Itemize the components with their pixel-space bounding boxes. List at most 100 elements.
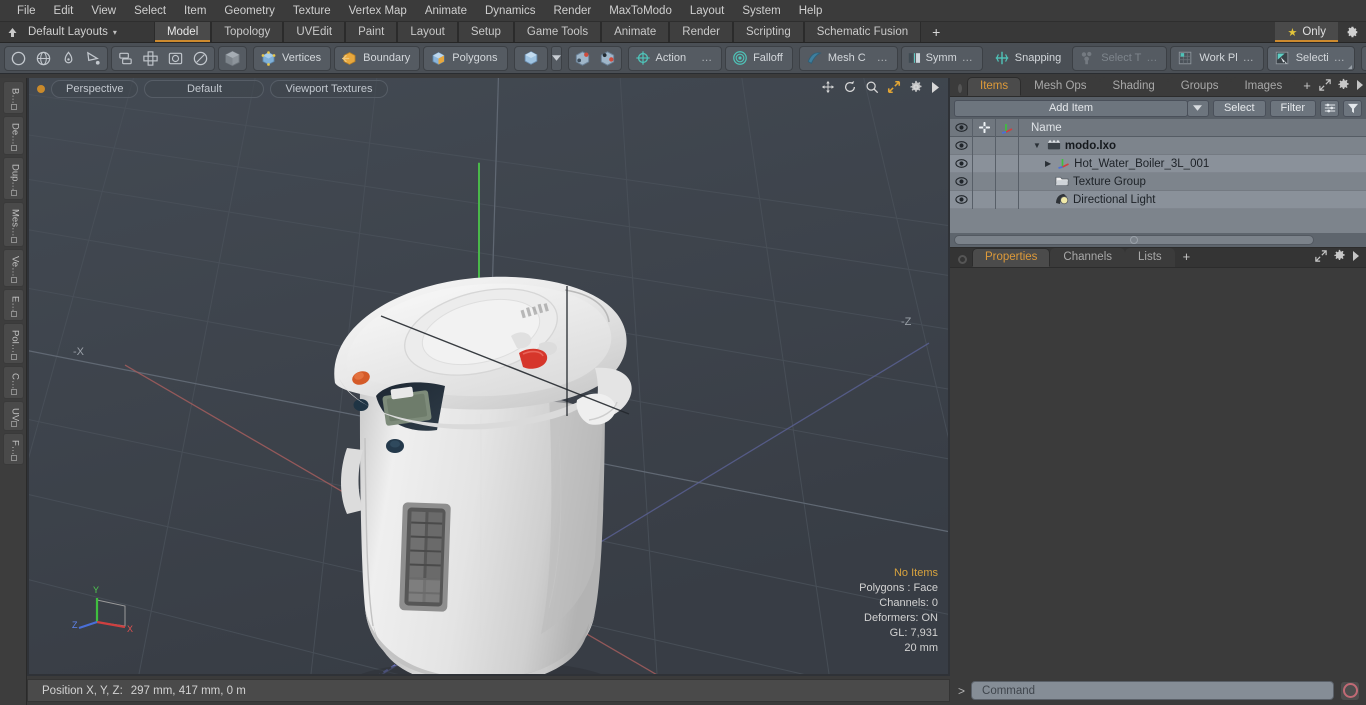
gear-icon[interactable] xyxy=(909,80,923,97)
fit-icon[interactable] xyxy=(887,80,901,97)
menu-item-select[interactable]: Select xyxy=(125,3,175,19)
mesh-constraint-button[interactable]: Mesh C … xyxy=(798,45,898,71)
left-tab-polygon[interactable]: Pol… xyxy=(2,323,24,364)
menu-item-file[interactable]: File xyxy=(8,3,45,19)
properties-more-icon[interactable] xyxy=(1352,250,1360,264)
add-item-button[interactable]: Add Item xyxy=(954,99,1188,117)
panel-settings-icon[interactable] xyxy=(1337,78,1350,94)
3d-viewport[interactable]: -X -Z Perspective Default Viewport Textu… xyxy=(29,78,948,674)
radial-icon[interactable] xyxy=(188,47,213,70)
properties-menu-dot[interactable] xyxy=(958,255,967,264)
only-toggle-button[interactable]: ★ Only xyxy=(1275,22,1338,42)
item-mode-dropdown[interactable] xyxy=(550,45,562,71)
filter-button[interactable]: Filter xyxy=(1269,99,1316,117)
menu-item-dynamics[interactable]: Dynamics xyxy=(476,3,544,19)
tab-setup[interactable]: Setup xyxy=(457,22,514,42)
item-row-mesh[interactable]: ▶ Hot_Water_Boiler_3L_001 xyxy=(1019,157,1209,170)
menu-item-vertex-map[interactable]: Vertex Map xyxy=(340,3,416,19)
selection-sets-button[interactable]: Selecti … xyxy=(1266,45,1355,71)
menu-item-maxtomodo[interactable]: MaxToModo xyxy=(600,3,681,19)
tab-uvedit[interactable]: UVEdit xyxy=(283,22,346,42)
selection-mode-vertices[interactable]: Vertices xyxy=(253,45,332,71)
tab-channels[interactable]: Channels xyxy=(1050,248,1126,267)
select-button[interactable]: Select xyxy=(1212,99,1266,117)
menu-item-edit[interactable]: Edit xyxy=(45,3,83,19)
command-input[interactable]: Command xyxy=(971,681,1334,700)
work-plane-button[interactable]: Work Pl … xyxy=(1170,45,1264,71)
table-row[interactable]: Directional Light xyxy=(950,190,1366,209)
pen-icon[interactable] xyxy=(56,47,81,70)
tab-model[interactable]: Model xyxy=(153,22,212,42)
menu-item-animate[interactable]: Animate xyxy=(416,3,476,19)
left-tab-mesh[interactable]: Mes… xyxy=(2,202,24,247)
expand-panel-icon[interactable] xyxy=(1319,78,1331,94)
bevel-icon[interactable] xyxy=(163,47,188,70)
expander-icon[interactable]: ▼ xyxy=(1033,141,1041,150)
symmetry-button[interactable]: Symm … xyxy=(900,45,983,71)
tab-images[interactable]: Images xyxy=(1231,77,1296,96)
layout-settings-button[interactable] xyxy=(1338,22,1366,42)
tab-topology[interactable]: Topology xyxy=(211,22,284,42)
record-icon[interactable] xyxy=(1340,680,1360,701)
menu-item-layout[interactable]: Layout xyxy=(681,3,734,19)
row-visibility-toggle[interactable] xyxy=(950,154,973,173)
viewport-menu-dot[interactable] xyxy=(37,85,45,93)
selection-mode-polygons[interactable]: Polygons xyxy=(423,45,508,71)
pan-icon[interactable] xyxy=(821,80,835,97)
tab-layout[interactable]: Layout xyxy=(397,22,458,42)
menu-item-help[interactable]: Help xyxy=(790,3,832,19)
add-properties-tab-button[interactable]: + xyxy=(1175,248,1199,267)
menu-item-item[interactable]: Item xyxy=(175,3,215,19)
tab-shading[interactable]: Shading xyxy=(1099,77,1168,96)
panel-menu-dot[interactable] xyxy=(958,84,962,93)
action-center-button[interactable]: Action … xyxy=(627,45,723,71)
add-panel-tab-button[interactable]: + xyxy=(1295,77,1319,96)
item-row-scene[interactable]: ▼ modo.lxo xyxy=(1019,139,1116,152)
tab-lists[interactable]: Lists xyxy=(1125,248,1175,267)
item-row-directional-light[interactable]: Directional Light xyxy=(1019,193,1155,206)
tab-groups[interactable]: Groups xyxy=(1167,77,1232,96)
hot-water-boiler-model[interactable] xyxy=(29,78,948,674)
table-row[interactable]: Texture Group xyxy=(950,172,1366,191)
left-tab-uv[interactable]: UV xyxy=(2,400,24,432)
falloff-button[interactable]: Falloff xyxy=(725,45,793,71)
kits-button[interactable]: Kits xyxy=(1360,45,1366,71)
curve-icon[interactable] xyxy=(81,47,106,70)
left-tab-duplicate[interactable]: Dup… xyxy=(2,156,24,201)
scrollbar-thumb[interactable] xyxy=(954,235,1314,245)
mesh-cube-icon[interactable] xyxy=(220,47,245,70)
expand-properties-icon[interactable] xyxy=(1315,249,1327,265)
menu-item-geometry[interactable]: Geometry xyxy=(215,3,284,19)
tab-items[interactable]: Items xyxy=(967,77,1022,96)
viewport-display-mode[interactable]: Viewport Textures xyxy=(270,80,388,98)
rotate-icon[interactable] xyxy=(843,80,857,97)
table-row[interactable]: ▶ Hot_Water_Boiler_3L_001 xyxy=(950,154,1366,173)
table-row[interactable]: ▼ modo.lxo xyxy=(950,136,1366,155)
circle-icon[interactable] xyxy=(6,47,31,70)
left-tab-basic[interactable]: B… xyxy=(2,81,24,114)
expander-icon[interactable]: ▶ xyxy=(1045,159,1051,168)
item-mode-button[interactable] xyxy=(513,45,548,71)
add-tab-button[interactable]: + xyxy=(921,22,952,42)
left-tab-fusion[interactable]: F… xyxy=(2,433,24,466)
menu-item-system[interactable]: System xyxy=(733,3,789,19)
row-visibility-toggle[interactable] xyxy=(950,190,973,209)
menu-item-view[interactable]: View xyxy=(82,3,125,19)
local-pivot-icon[interactable] xyxy=(595,47,620,70)
row-visibility-toggle[interactable] xyxy=(950,136,973,155)
array-icon[interactable] xyxy=(138,47,163,70)
globe-icon[interactable] xyxy=(31,47,56,70)
funnel-icon[interactable] xyxy=(1343,99,1362,117)
home-layout-button[interactable] xyxy=(0,22,24,42)
select-through-button[interactable]: Select T … xyxy=(1072,45,1168,71)
item-list-scrollbar[interactable] xyxy=(950,233,1366,247)
item-row-texture-group[interactable]: Texture Group xyxy=(1019,175,1146,188)
viewport-shading-preset[interactable]: Default xyxy=(144,80,265,98)
center-pivot-icon[interactable] xyxy=(570,47,595,70)
chevron-right-icon[interactable] xyxy=(931,81,940,96)
menu-item-texture[interactable]: Texture xyxy=(284,3,340,19)
menu-item-render[interactable]: Render xyxy=(544,3,600,19)
tab-animate[interactable]: Animate xyxy=(601,22,670,42)
left-tab-vertex[interactable]: Ve… xyxy=(2,248,24,287)
properties-settings-icon[interactable] xyxy=(1333,249,1346,265)
